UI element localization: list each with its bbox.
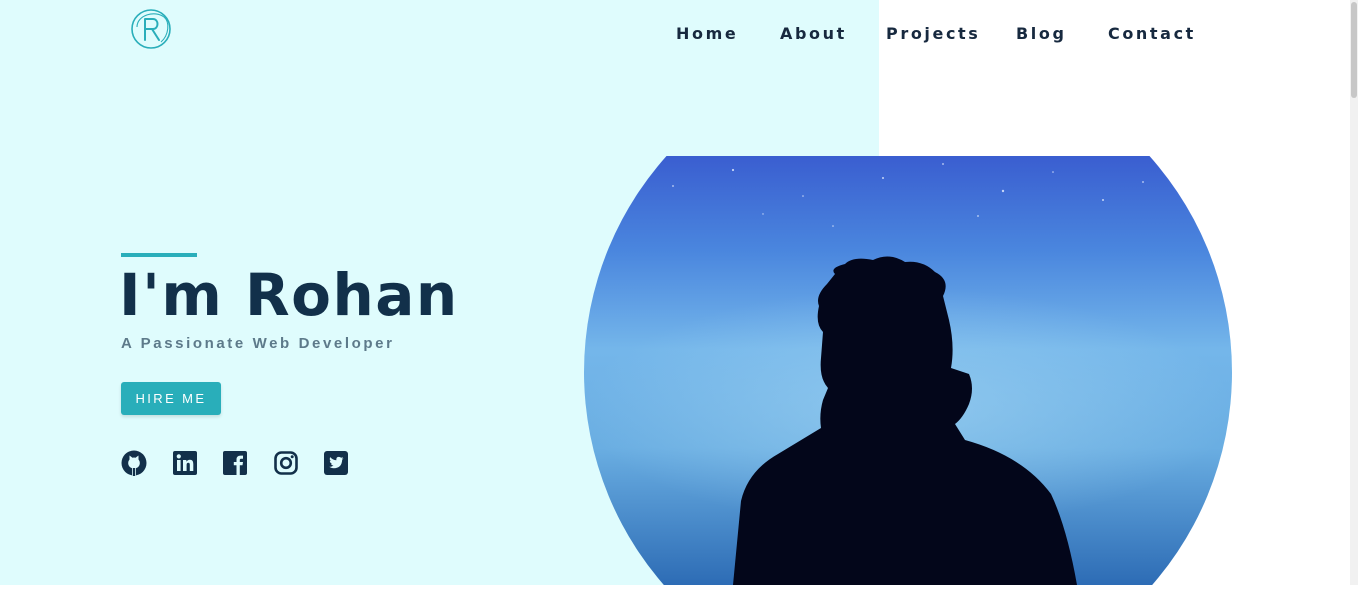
nav-item-about[interactable]: About bbox=[780, 24, 847, 43]
title-accent-line bbox=[121, 253, 197, 257]
instagram-icon[interactable] bbox=[273, 450, 299, 476]
twitter-icon[interactable] bbox=[323, 450, 349, 476]
nav-item-blog[interactable]: Blog bbox=[1016, 24, 1067, 43]
facebook-icon[interactable] bbox=[222, 450, 248, 476]
main-nav: Home About Projects Blog Contact bbox=[0, 24, 1358, 46]
portrait-silhouette-night-sky-image bbox=[583, 156, 1233, 585]
github-icon[interactable] bbox=[121, 450, 147, 476]
linkedin-icon[interactable] bbox=[172, 450, 198, 476]
nav-item-projects[interactable]: Projects bbox=[886, 24, 980, 43]
nav-item-contact[interactable]: Contact bbox=[1108, 24, 1196, 43]
hero-subtitle: A Passionate Web Developer bbox=[121, 335, 395, 352]
nav-item-home[interactable]: Home bbox=[676, 24, 738, 43]
scrollbar-thumb[interactable] bbox=[1351, 2, 1357, 98]
page-scrollbar[interactable] bbox=[1350, 0, 1358, 585]
hero-title: I'm Rohan bbox=[119, 261, 459, 329]
hire-me-button[interactable]: HIRE ME bbox=[121, 382, 221, 415]
